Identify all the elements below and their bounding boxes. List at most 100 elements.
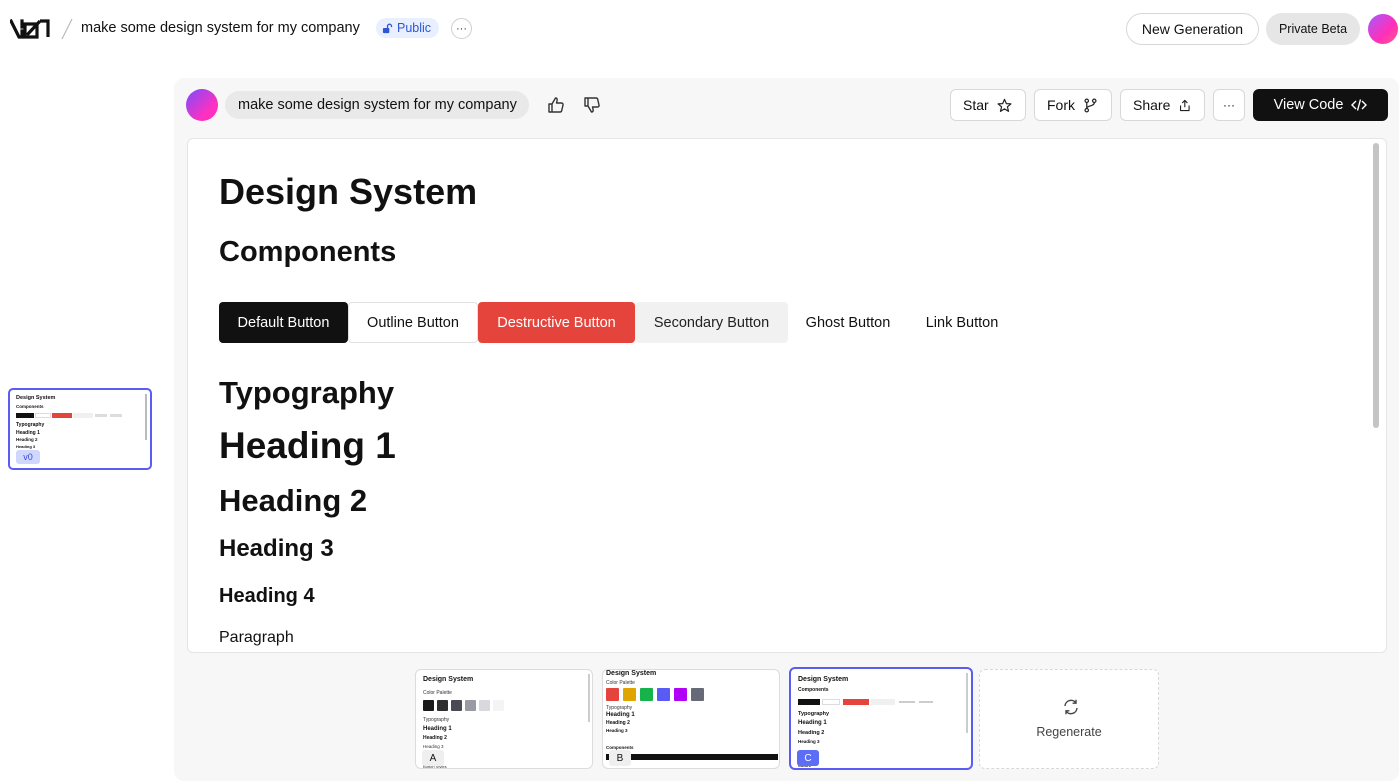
variant-heading3: Heading 3 — [606, 728, 628, 733]
ellipsis-icon: ··· — [1223, 98, 1235, 112]
variant-subtitle: Components — [798, 687, 829, 693]
thumb-destructive-button — [52, 413, 72, 418]
thumb-heading2: Heading 2 — [16, 437, 38, 442]
new-generation-button[interactable]: New Generation — [1126, 13, 1259, 45]
fork-button-label: Fork — [1047, 97, 1075, 113]
thumb-ghost-button — [95, 414, 107, 417]
preview-heading-4: Heading 4 — [219, 585, 315, 607]
top-bar: make some design system for my company P… — [0, 0, 1399, 58]
regenerate-button[interactable]: Regenerate — [979, 669, 1159, 769]
star-button[interactable]: Star — [950, 89, 1026, 121]
thumb-scrollbar — [145, 394, 147, 440]
share-button[interactable]: Share — [1120, 89, 1205, 121]
variant-typography: Typography — [423, 717, 450, 723]
preview-outline-button[interactable]: Outline Button — [348, 302, 478, 343]
variant-heading2: Heading 2 — [606, 720, 630, 726]
preview-destructive-button[interactable]: Destructive Button — [478, 302, 635, 343]
visibility-badge[interactable]: Public — [376, 18, 440, 38]
preview-ghost-button[interactable]: Ghost Button — [788, 302, 908, 343]
refresh-icon — [1064, 699, 1078, 715]
variant-heading1: Heading 1 — [423, 726, 452, 732]
color-swatch — [423, 700, 434, 711]
variant-default-button — [798, 699, 820, 705]
color-swatch — [657, 688, 670, 701]
variant-tag: B — [609, 750, 631, 766]
thumb-heading3: Heading 3 — [16, 444, 36, 449]
visibility-badge-label: Public — [397, 21, 432, 35]
variant-card-b[interactable]: Design System Color Palette Typography H… — [602, 669, 780, 769]
preview-link-button[interactable]: Link Button — [908, 302, 1016, 343]
private-beta-button[interactable]: Private Beta — [1266, 13, 1360, 45]
variant-heading2: Heading 2 — [423, 735, 447, 741]
thumb-title: Design System — [16, 395, 56, 401]
regenerate-label: Regenerate — [1036, 725, 1102, 739]
version-badge: v0 — [16, 450, 40, 464]
variant-secondary-button — [871, 699, 895, 705]
thumb-default-button — [16, 413, 34, 418]
variant-link-button — [919, 701, 933, 703]
variant-tag: C — [797, 750, 819, 766]
variant-heading3: Heading 3 — [423, 744, 444, 749]
variant-card-a[interactable]: Design System Color Palette Typography H… — [415, 669, 593, 769]
variant-card-c[interactable]: Design System Components Typography Head… — [789, 667, 973, 770]
color-swatch — [479, 700, 490, 711]
ellipsis-icon: ··· — [456, 22, 467, 35]
color-swatch — [691, 688, 704, 701]
prompt-bubble: make some design system for my company — [225, 91, 529, 119]
thumb-link-button — [110, 414, 122, 417]
preview-scrollbar[interactable] — [1373, 143, 1379, 428]
view-code-button[interactable]: View Code — [1253, 89, 1388, 121]
git-fork-icon — [1084, 98, 1097, 112]
color-swatch — [623, 688, 636, 701]
preview-heading-3: Heading 3 — [219, 535, 334, 562]
variant-subtitle: Color Palette — [606, 680, 635, 686]
thumb-secondary-button — [73, 413, 93, 418]
generation-preview[interactable]: Design System Components Default Button … — [187, 138, 1387, 653]
color-swatch — [640, 688, 653, 701]
thumb-typography: Typography — [16, 422, 45, 428]
history-thumbnail[interactable]: Design System Components Typography Head… — [8, 388, 152, 470]
color-swatch — [437, 700, 448, 711]
star-icon — [997, 98, 1012, 112]
share-button-label: Share — [1133, 97, 1171, 113]
thumb-outline-button — [35, 413, 51, 418]
variant-heading3: Heading 3 — [798, 739, 820, 744]
preview-heading-2: Heading 2 — [219, 483, 368, 518]
variant-outline-button — [822, 699, 840, 705]
preview-components-heading: Components — [219, 236, 397, 268]
variant-ghost-button — [899, 701, 915, 703]
variant-heading1: Heading 1 — [798, 720, 827, 726]
more-options-button[interactable]: ··· — [451, 18, 472, 39]
color-swatch — [606, 688, 619, 701]
fork-button[interactable]: Fork — [1034, 89, 1112, 121]
color-swatch — [451, 700, 462, 711]
page-title: make some design system for my company — [81, 20, 360, 36]
color-swatch — [493, 700, 504, 711]
variant-subtitle: Color Palette — [423, 690, 452, 696]
star-button-label: Star — [963, 97, 989, 113]
variant-scrollbar — [588, 674, 590, 722]
actions-more-button[interactable]: ··· — [1213, 89, 1245, 121]
preview-secondary-button[interactable]: Secondary Button — [635, 302, 788, 343]
prompt-author-avatar — [186, 89, 218, 121]
color-swatch — [674, 688, 687, 701]
variant-tag: A — [422, 750, 444, 766]
lock-open-icon — [382, 23, 393, 33]
user-avatar[interactable] — [1368, 14, 1398, 44]
thumbs-down-icon[interactable] — [582, 95, 602, 115]
preview-heading-1: Heading 1 — [219, 425, 396, 466]
variant-title: Design System — [423, 676, 474, 683]
preview-typography-heading: Typography — [219, 375, 395, 410]
code-icon — [1351, 99, 1368, 111]
v0-logo[interactable] — [10, 18, 50, 40]
variant-heading2: Heading 2 — [798, 730, 825, 736]
variant-scrollbar — [966, 673, 968, 733]
breadcrumb-separator-icon — [61, 18, 73, 40]
thumbs-up-icon[interactable] — [546, 95, 566, 115]
variant-title: Design System — [606, 670, 657, 677]
variant-heading1: Heading 1 — [606, 712, 635, 718]
thumb-components: Components — [16, 404, 44, 409]
view-code-label: View Code — [1273, 97, 1344, 113]
preview-paragraph: Paragraph — [219, 629, 294, 646]
preview-default-button[interactable]: Default Button — [219, 302, 348, 343]
